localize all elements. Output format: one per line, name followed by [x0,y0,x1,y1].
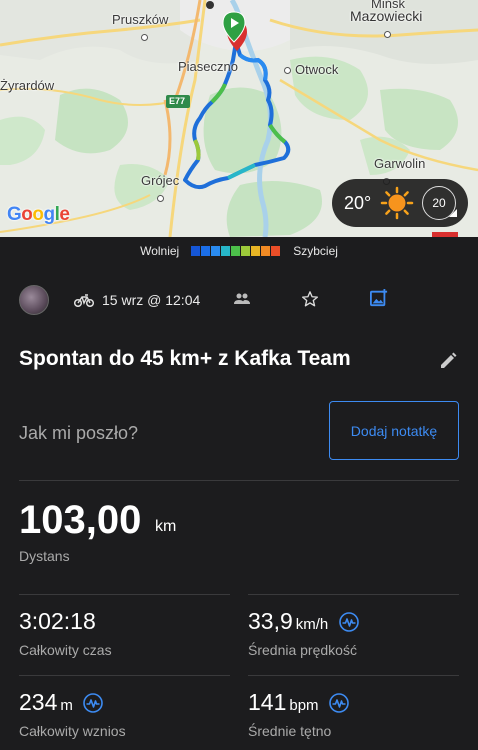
route-map[interactable]: Pruszków Mińsk Mazowiecki Piaseczno Otwo… [0,0,478,237]
bike-icon [74,294,94,307]
place-pruszkow: Pruszków [112,12,169,27]
divider [19,594,230,595]
avg-hr-unit: bpm [289,697,319,714]
weather-temperature: 20° [344,192,372,213]
divider [19,675,230,676]
avg-hr-label: Średnie tętno [248,723,332,739]
speed-legend-swatch [231,246,241,256]
star-icon[interactable] [301,290,319,308]
google-logo: Google [7,204,70,225]
avg-speed-value: 33,9 [248,608,293,634]
chart-pulse-icon[interactable] [329,693,349,713]
chart-pulse-icon[interactable] [338,612,359,632]
place-dot-2 [384,26,395,41]
stat-avg-speed[interactable]: 33,9 km/h Średnia prędkość [248,608,359,658]
speed-legend-swatch [221,246,231,256]
chart-pulse-icon[interactable] [83,693,104,713]
place-zyrardow: Żyrardów [0,78,55,93]
speed-legend-swatch [271,246,281,256]
add-note-button[interactable]: Dodaj notatkę [329,401,459,460]
avg-hr-value: 141 [248,689,287,715]
wind-speed: 20 [432,196,446,210]
activity-date: 15 wrz @ 12:04 [102,292,201,308]
add-photo-icon[interactable] [370,289,388,307]
stat-avg-heart-rate[interactable]: 141 bpm Średnie tętno [248,689,349,739]
activity-title: Spontan do 45 km+ z Kafka Team [19,347,351,370]
distance-label: Dystans [19,548,70,564]
place-dot-4 [157,190,168,205]
avg-speed-unit: km/h [295,616,329,633]
activity-meta-row: 15 wrz @ 12:04 [19,283,478,317]
speed-legend: Wolniej Szybciej [0,244,478,258]
total-time-value: 3:02:18 [19,608,96,634]
speed-legend-swatch [251,246,261,256]
speed-legend-swatch [201,246,211,256]
elevation-unit: m [60,697,73,714]
sun-icon [380,186,414,220]
speed-legend-swatch [211,246,221,256]
wind-indicator-icon: 20 [422,186,457,220]
speed-legend-slow-label: Wolniej [140,244,180,258]
speed-legend-swatch [241,246,251,256]
divider [248,675,459,676]
note-prompt: Jak mi poszło? [19,423,139,443]
distance-value: 103,00 [19,498,142,542]
map-location-dot-icon [206,1,214,9]
speed-legend-swatch [261,246,271,256]
avg-speed-label: Średnia prędkość [248,642,357,658]
elevation-value: 234 [19,689,58,715]
speed-legend-swatch [191,246,201,256]
place-piaseczno: Piaseczno [178,59,238,74]
divider [19,480,459,481]
stat-elevation[interactable]: 234 m Całkowity wznios [19,689,126,739]
weather-widget[interactable]: 20° 20 [332,179,468,227]
place-mazowiecki: Mazowiecki [350,8,423,24]
road-shield-e77: E77 [169,96,186,106]
stat-total-time: 3:02:18 Całkowity czas [19,608,112,658]
distance-unit: km [155,518,177,535]
speed-legend-color-bar [191,246,281,256]
wind-direction-arrow-icon [449,209,457,217]
elevation-label: Całkowity wznios [19,723,126,739]
people-icon[interactable] [234,292,250,306]
route-start-end-marker-icon[interactable] [221,10,251,52]
edit-pencil-icon[interactable] [439,352,457,370]
speed-legend-fast-label: Szybciej [293,244,338,258]
avatar[interactable] [19,285,49,315]
place-garwolin: Garwolin [374,156,426,171]
total-time-label: Całkowity czas [19,642,112,658]
place-grojec: Grójec [141,173,180,188]
place-dot [141,29,152,44]
place-otwock: Otwock [284,62,338,77]
map-road-label-fragment [432,232,458,237]
divider [248,594,459,595]
